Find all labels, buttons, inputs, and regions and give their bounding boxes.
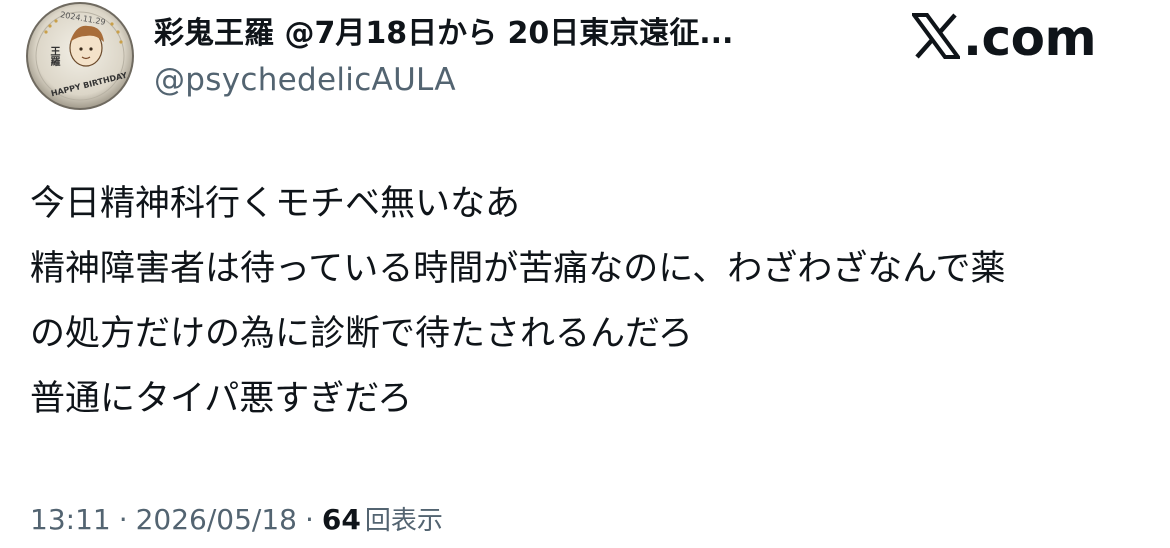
- x-logo-icon: [910, 13, 962, 63]
- meta-separator: ·: [118, 503, 128, 536]
- author-handle[interactable]: @psychedelicAULA: [154, 58, 456, 102]
- tweet-meta: 13:11 · 2026/05/18 · 64 回表示: [30, 500, 443, 541]
- tweet-text: 今日精神科行くモチベ無いなあ 精神障害者は待っている時間が苦痛なのに、わざわざな…: [30, 172, 1150, 432]
- author-display-name[interactable]: 彩鬼王羅 @7月18日から 20日東京遠征...: [154, 14, 794, 54]
- site-logo[interactable]: .com: [910, 8, 1097, 68]
- tweet-line: 精神障害者は待っている時間が苦痛なのに、わざわざなんで薬: [30, 249, 1006, 289]
- avatar-plaque-name: 王羅: [48, 46, 59, 66]
- tweet-time[interactable]: 13:11: [30, 503, 111, 536]
- tweet-date[interactable]: 2026/05/18: [136, 503, 297, 536]
- site-domain-text: .com: [963, 9, 1097, 67]
- avatar[interactable]: 王羅 2024.11.29 HAPPY BIRTHDAY: [26, 2, 134, 110]
- tweet-line: の処方だけの為に診断で待たされるんだろ: [30, 314, 693, 354]
- meta-separator: ·: [305, 503, 314, 536]
- tweet-line: 普通にタイパ悪すぎだろ: [30, 379, 413, 419]
- views-count: 64: [321, 503, 361, 536]
- views-label: 回表示: [364, 506, 443, 536]
- tweet-line: 今日精神科行くモチベ無いなあ: [30, 184, 521, 224]
